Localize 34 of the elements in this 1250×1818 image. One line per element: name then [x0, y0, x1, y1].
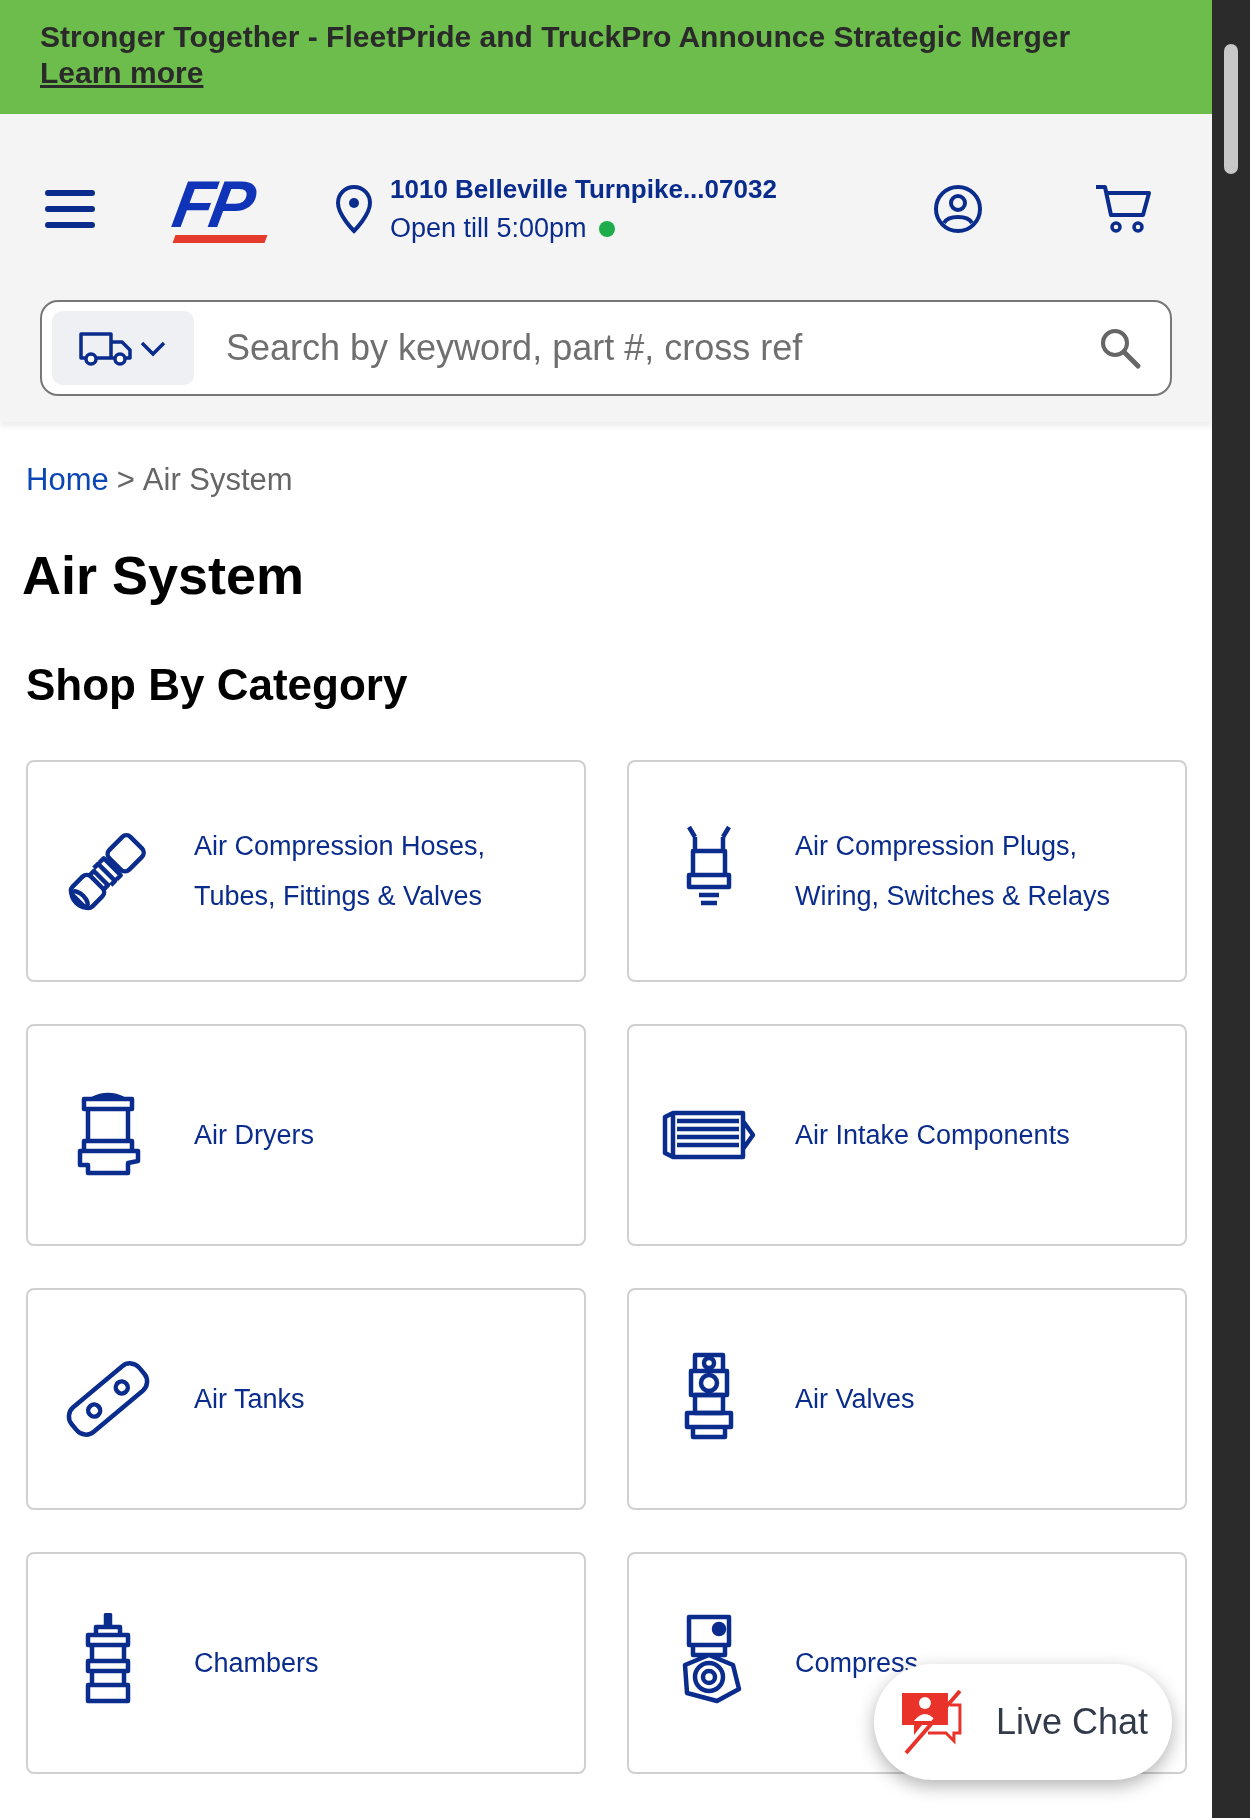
learn-more-link[interactable]: Learn more — [40, 56, 204, 90]
category-label: Air Dryers — [194, 1119, 314, 1152]
store-hours: Open till 5:00pm — [390, 213, 587, 244]
search-icon[interactable] — [1098, 326, 1142, 370]
cart-icon[interactable] — [1094, 183, 1152, 235]
breadcrumb-item: Air System — [142, 462, 293, 498]
open-status-dot — [598, 220, 615, 237]
menu-icon[interactable] — [44, 187, 96, 231]
category-label: Air Tanks — [194, 1383, 305, 1416]
category-card[interactable]: Air Compression Plugs, Wiring, Switches & Relays — [627, 760, 1187, 982]
category-label: Air Compression Plugs, Wiring, Switches & Relays — [795, 830, 1112, 913]
store-address[interactable]: 1010 Belleville Turnpike...07032 — [390, 174, 777, 205]
banner-text: Stronger Together - FleetPride and TruckPro Announce Strategic Merger — [40, 20, 1072, 54]
search-field[interactable]: Search by keyword, part #, cross ref — [40, 300, 1172, 396]
breadcrumb-item: > — [116, 462, 135, 498]
category-label: Air Compression Hoses, Tubes, Fittings & Valves — [194, 830, 487, 913]
category-card[interactable]: Air Dryers — [26, 1024, 586, 1246]
category-card[interactable]: Air Intake Components — [627, 1024, 1187, 1246]
location-pin-icon — [334, 183, 374, 235]
vehicle-selector[interactable] — [52, 311, 194, 385]
category-label: Air Valves — [795, 1383, 915, 1416]
search-input[interactable]: Search by keyword, part #, cross ref — [224, 326, 1068, 370]
category-card[interactable]: Air Compression Hoses, Tubes, Fittings & Valves — [26, 760, 586, 982]
breadcrumb-link[interactable]: Home — [26, 462, 109, 498]
category-label: Air Intake Components — [795, 1119, 1070, 1152]
account-icon[interactable] — [932, 183, 984, 235]
page-title: Air System — [22, 544, 306, 606]
category-label: Chambers — [194, 1647, 319, 1680]
category-card[interactable]: Air Valves — [627, 1288, 1187, 1510]
scrollbar[interactable] — [1212, 0, 1250, 1818]
category-card[interactable]: Air Tanks — [26, 1288, 586, 1510]
truck-icon — [78, 330, 134, 366]
section-title: Shop By Category — [26, 660, 409, 710]
category-card[interactable]: Chambers — [26, 1552, 586, 1774]
